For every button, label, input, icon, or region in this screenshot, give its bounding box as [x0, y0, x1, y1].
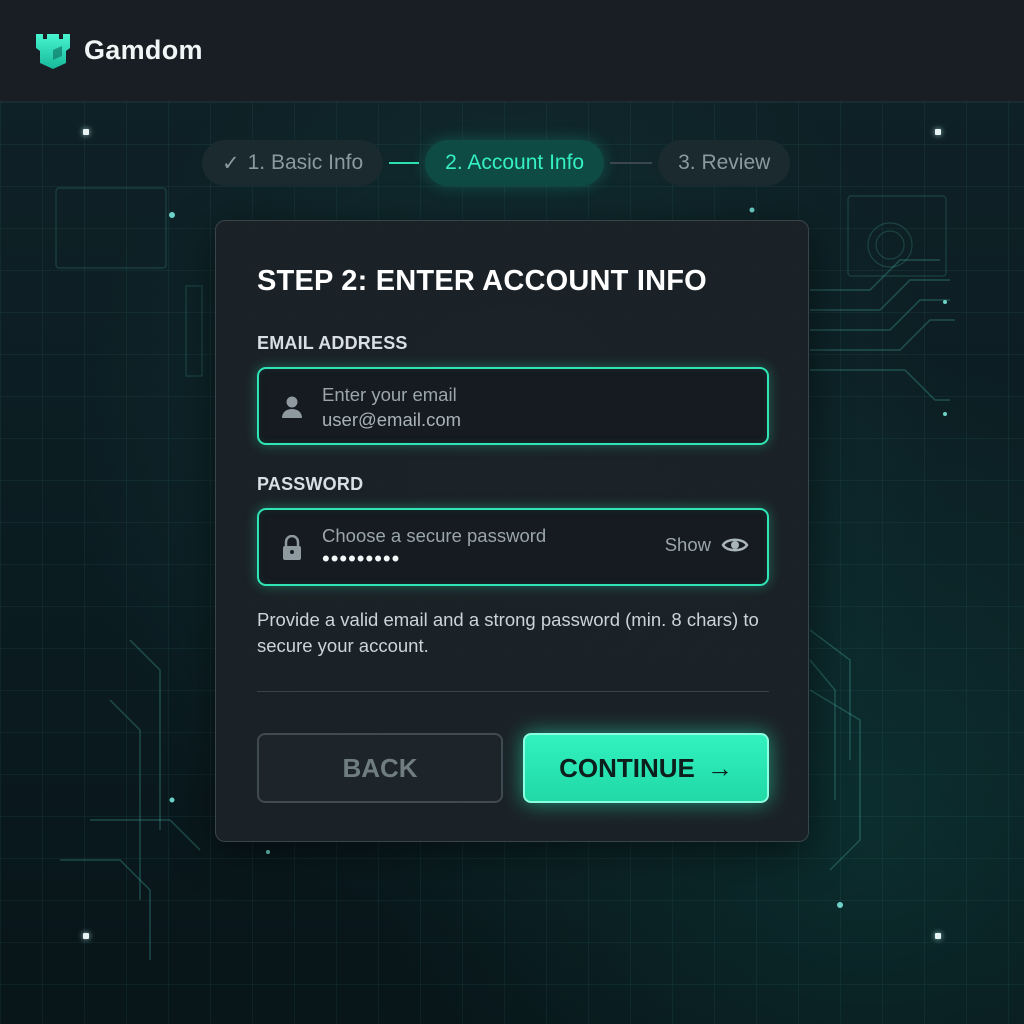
help-text: Provide a valid email and a strong passw…	[257, 609, 759, 656]
corner-marker	[935, 129, 941, 135]
divider	[257, 691, 769, 692]
top-bar: Gamdom	[0, 0, 1024, 102]
step-label: 2. Account Info	[445, 151, 585, 174]
eye-icon	[721, 538, 749, 552]
step-label: 1. Basic Info	[247, 151, 364, 174]
back-button[interactable]: BACK	[257, 733, 503, 803]
continue-label: CONTINUE	[559, 752, 695, 783]
form-title: STEP 2: ENTER ACCOUNT INFO	[257, 265, 707, 297]
user-icon	[282, 396, 302, 418]
step-label: 3. Review	[678, 151, 771, 174]
show-password-label: Show	[664, 534, 711, 555]
step-account-info[interactable]: 2. Account Info	[425, 140, 605, 186]
progress-stepper: ✓ 1. Basic Info 2. Account Info 3. Revie…	[202, 140, 791, 186]
password-value: •••••••••	[322, 546, 401, 571]
step-basic-info[interactable]: ✓ 1. Basic Info	[202, 140, 384, 186]
step-connector	[610, 162, 653, 164]
password-field[interactable]: Choose a secure password ••••••••• Show	[257, 508, 769, 586]
corner-marker	[83, 129, 89, 135]
brand-name: Gamdom	[84, 34, 203, 65]
email-placeholder: Enter your email	[322, 384, 457, 405]
arrow-right-icon: →	[706, 752, 733, 783]
back-label: BACK	[342, 752, 418, 783]
lock-icon	[283, 535, 301, 560]
password-label: PASSWORD	[257, 474, 364, 494]
account-info-form: STEP 2: ENTER ACCOUNT INFO EMAIL ADDRESS…	[215, 220, 809, 842]
corner-marker	[83, 933, 89, 939]
email-value: user@email.com	[322, 409, 462, 430]
password-placeholder: Choose a secure password	[322, 525, 547, 546]
email-label: EMAIL ADDRESS	[257, 333, 408, 353]
castle-tower-icon	[36, 34, 70, 69]
email-field[interactable]: Enter your email user@email.com	[257, 367, 769, 445]
check-icon: ✓	[222, 151, 240, 175]
continue-button[interactable]: CONTINUE →	[523, 733, 769, 803]
step-connector	[389, 162, 420, 164]
corner-marker	[935, 933, 941, 939]
step-review[interactable]: 3. Review	[658, 140, 791, 186]
show-password-toggle[interactable]: Show	[665, 534, 749, 556]
brand-logo[interactable]: Gamdom	[34, 30, 203, 70]
